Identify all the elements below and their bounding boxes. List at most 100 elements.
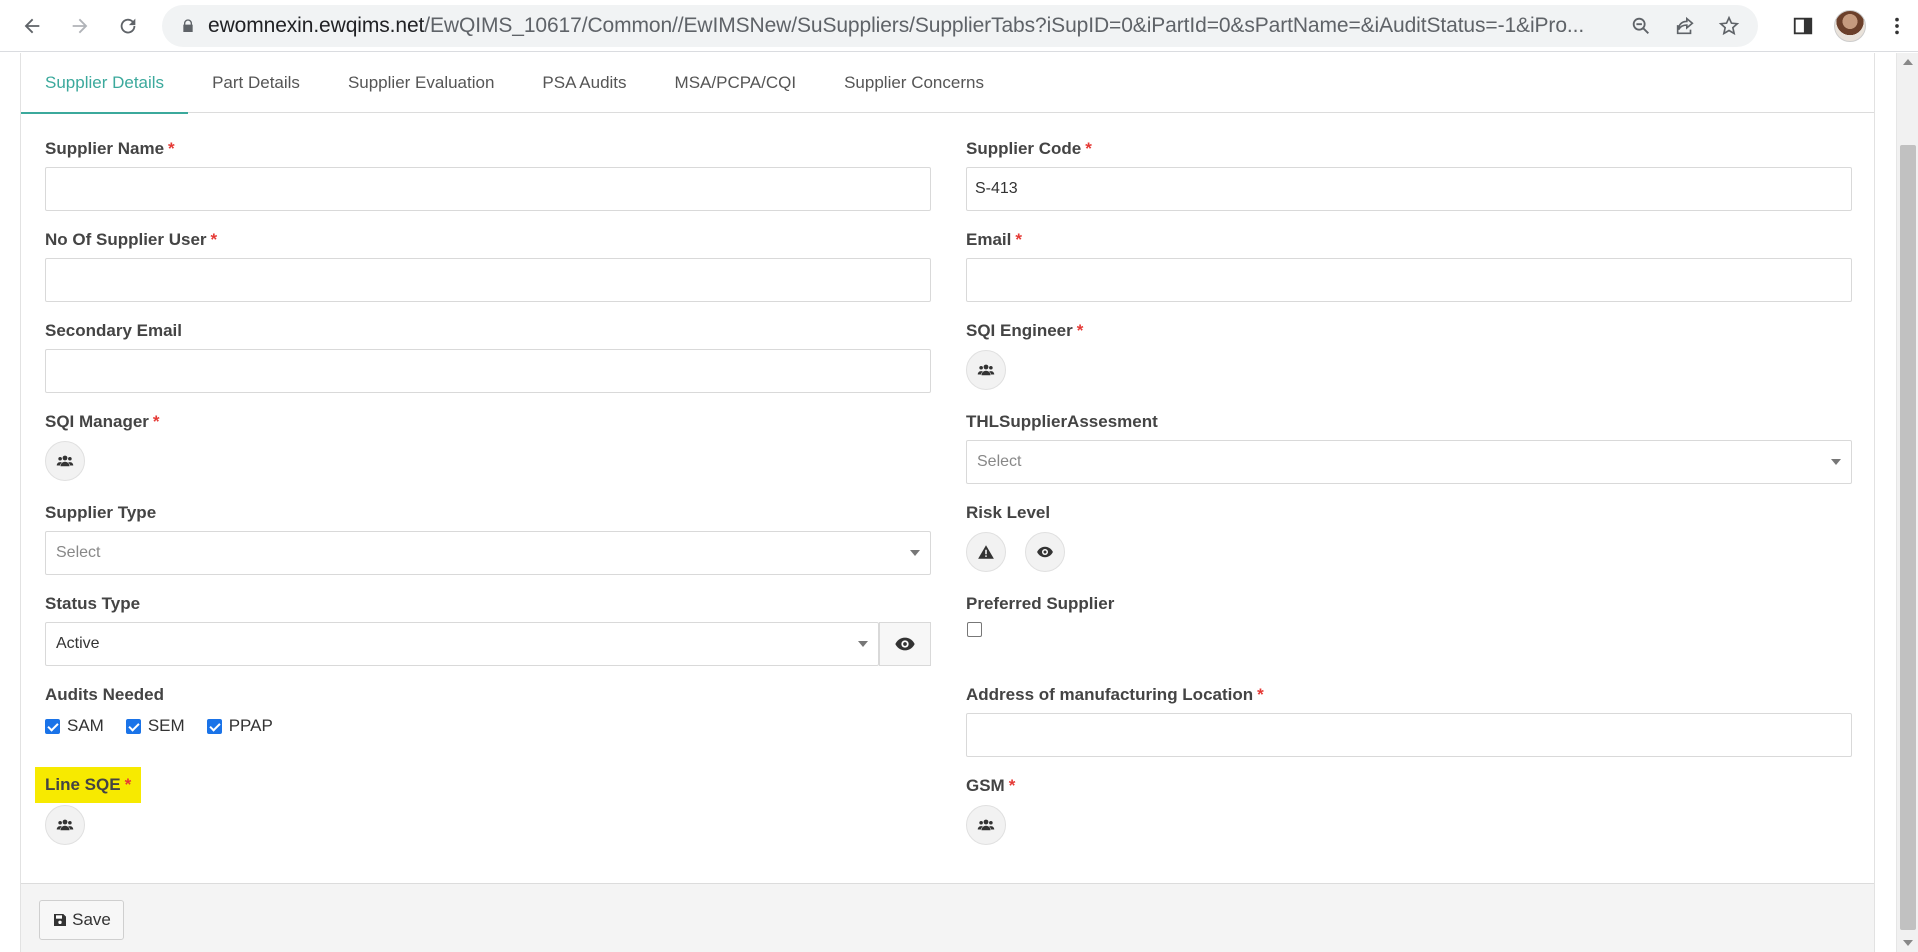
secondary-email-input[interactable] [45, 349, 931, 393]
bookmark-star-icon[interactable] [1718, 15, 1740, 37]
zoom-icon[interactable] [1630, 15, 1652, 37]
supplier-type-label: Supplier Type [45, 503, 156, 523]
supplier-code-label: Supplier Code * [966, 139, 1092, 159]
profile-avatar[interactable] [1834, 10, 1866, 42]
url-host: ewomnexin.ewqims.net [208, 14, 425, 37]
users-icon [56, 819, 74, 831]
sam-checkbox[interactable] [45, 718, 60, 734]
lock-icon [183, 19, 193, 32]
required-mark: * [124, 775, 132, 794]
ppap-checkbox-label[interactable]: PPAP [229, 716, 273, 736]
audits-needed-label: Audits Needed [45, 685, 164, 705]
form-footer: Save [21, 883, 1874, 952]
supplier-code-label-text: Supplier Code [966, 139, 1082, 158]
scroll-thumb[interactable] [1900, 145, 1916, 930]
browser-toolbar: ewomnexin.ewqims.net/EwQIMS_10617/Common… [0, 0, 1918, 52]
sqi-engineer-label-text: SQI Engineer [966, 321, 1073, 340]
no-of-supplier-user-label: No Of Supplier User * [45, 230, 217, 250]
status-type-view-button[interactable] [879, 622, 931, 666]
supplier-name-input[interactable] [45, 167, 931, 211]
page-scrollbar[interactable] [1896, 53, 1918, 952]
address-label-text: Address of manufacturing Location [966, 685, 1254, 704]
users-icon [977, 364, 995, 376]
gsm-label: GSM * [966, 776, 1015, 796]
email-label: Email * [966, 230, 1022, 250]
audits-needed-options: SAM SEM PPAP [45, 716, 295, 736]
sqi-manager-users-button[interactable] [45, 441, 85, 481]
preferred-supplier-checkbox[interactable] [967, 622, 982, 637]
ppap-checkbox[interactable] [206, 718, 222, 734]
supplier-type-select[interactable]: Select [45, 531, 931, 575]
share-icon[interactable] [1674, 15, 1696, 37]
required-mark: * [168, 139, 175, 158]
tab-supplier-concerns[interactable]: Supplier Concerns [820, 53, 1008, 113]
line-sqe-label: Line SQE * [35, 767, 142, 803]
supplier-page: Supplier Details Part Details Supplier E… [20, 53, 1875, 952]
eye-icon [1037, 546, 1053, 558]
required-mark: * [1085, 139, 1092, 158]
thl-assessment-label-text: THLSupplierAssesment [966, 412, 1158, 431]
status-type-select[interactable]: Active [45, 622, 879, 666]
save-button[interactable]: Save [39, 900, 124, 940]
users-icon [56, 455, 74, 467]
supplier-type-label-text: Supplier Type [45, 503, 157, 522]
thl-assessment-placeholder: Select [977, 453, 1022, 470]
sqi-manager-label: SQI Manager * [45, 412, 160, 432]
tab-supplier-details[interactable]: Supplier Details [21, 53, 189, 114]
url-path: /EwQIMS_10617/Common//EwIMSNew/SuSupplie… [424, 14, 1585, 37]
gsm-label-text: GSM [966, 776, 1005, 795]
address-bar[interactable]: ewomnexin.ewqims.net/EwQIMS_10617/Common… [162, 5, 1758, 47]
tab-supplier-evaluation[interactable]: Supplier Evaluation [324, 53, 518, 113]
supplier-name-label-text: Supplier Name [45, 139, 165, 158]
status-type-label-text: Status Type [45, 594, 141, 613]
sem-checkbox-label[interactable]: SEM [148, 716, 185, 736]
side-panel-icon[interactable] [1792, 15, 1814, 37]
chevron-down-icon [910, 550, 920, 556]
eye-icon [895, 637, 915, 651]
email-label-text: Email [966, 230, 1012, 249]
sqi-engineer-label: SQI Engineer * [966, 321, 1083, 341]
scroll-down-icon[interactable] [1903, 940, 1913, 946]
forward-arrow-icon[interactable] [60, 6, 100, 46]
email-input[interactable] [966, 258, 1852, 302]
more-vert-icon[interactable] [1886, 15, 1908, 37]
sam-checkbox-label[interactable]: SAM [67, 716, 104, 736]
tab-part-details[interactable]: Part Details [188, 53, 324, 113]
reload-icon[interactable] [108, 6, 148, 46]
no-of-supplier-user-input[interactable] [45, 258, 931, 302]
thl-assessment-label: THLSupplierAssesment [966, 412, 1158, 432]
sqi-manager-label-text: SQI Manager [45, 412, 149, 431]
secondary-email-label: Secondary Email [45, 321, 182, 341]
scroll-up-icon[interactable] [1903, 59, 1913, 65]
chevron-down-icon [858, 641, 868, 647]
no-of-supplier-user-label-text: No Of Supplier User [45, 230, 207, 249]
required-mark: * [1076, 321, 1084, 340]
required-mark: * [152, 412, 160, 431]
risk-level-label: Risk Level [966, 503, 1050, 523]
tab-bar: Supplier Details Part Details Supplier E… [21, 53, 1874, 114]
line-sqe-users-button[interactable] [45, 805, 85, 845]
risk-level-warning-button[interactable] [966, 532, 1006, 572]
thl-assessment-select[interactable]: Select [966, 440, 1852, 484]
required-mark: * [1015, 230, 1022, 249]
required-mark: * [1008, 776, 1016, 795]
risk-level-view-button[interactable] [1025, 532, 1065, 572]
risk-level-label-text: Risk Level [966, 503, 1051, 522]
status-type-label: Status Type [45, 594, 140, 614]
back-arrow-icon[interactable] [12, 6, 52, 46]
gsm-users-button[interactable] [966, 805, 1006, 845]
required-mark: * [210, 230, 218, 249]
supplier-code-input[interactable]: S-413 [966, 167, 1852, 211]
tab-psa-audits[interactable]: PSA Audits [518, 53, 650, 113]
sqi-engineer-users-button[interactable] [966, 350, 1006, 390]
sem-checkbox[interactable] [125, 718, 141, 734]
tab-msa-pcpa-cqi[interactable]: MSA/PCPA/CQI [651, 53, 821, 113]
warning-icon [978, 545, 994, 559]
chevron-down-icon [1831, 459, 1841, 465]
supplier-type-placeholder: Select [56, 544, 101, 561]
address-input[interactable] [966, 713, 1852, 757]
secondary-email-label-text: Secondary Email [45, 321, 183, 340]
line-sqe-label-text: Line SQE [45, 775, 121, 794]
users-icon [977, 819, 995, 831]
required-mark: * [1257, 685, 1264, 704]
